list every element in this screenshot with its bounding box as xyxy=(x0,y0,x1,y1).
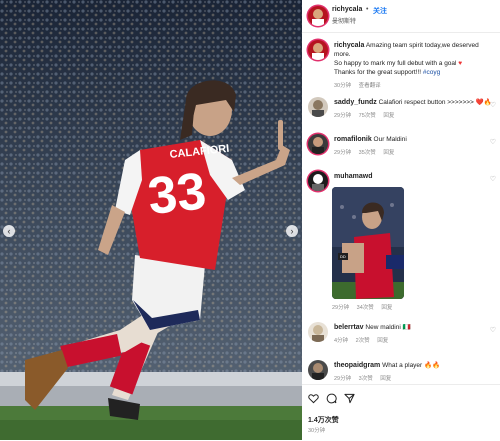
comment-text: New maldini 🇮🇹 xyxy=(365,324,411,331)
caption-text-line2: So happy to mark my full debut with a go… xyxy=(334,60,457,67)
post-photo[interactable]: CALAFIORI 33 ‹ › xyxy=(0,0,302,440)
comment-icon[interactable] xyxy=(326,393,337,404)
inset-chip: DD xyxy=(338,253,348,260)
jersey-number: 33 xyxy=(145,162,209,226)
comment-time: 29分钟 xyxy=(334,376,352,382)
comment-username[interactable]: theopaidgram xyxy=(334,362,380,369)
dot-separator: • xyxy=(366,6,369,13)
caption-username[interactable]: richycala xyxy=(334,42,364,49)
comment-like-icon[interactable]: ♡ xyxy=(490,326,496,334)
next-photo-button[interactable]: › xyxy=(286,225,298,237)
comment-username[interactable]: belerrtav xyxy=(334,324,364,331)
caption-text-line3: Thanks for the great support!!! xyxy=(334,69,422,76)
reply-button[interactable]: 回复 xyxy=(381,305,392,311)
post-header: richycala • 关注 曼彻斯特 xyxy=(302,0,500,33)
translate-link[interactable]: 查看翻译 xyxy=(359,83,381,89)
comment-time: 29分钟 xyxy=(332,305,350,311)
reply-button[interactable]: 回复 xyxy=(377,338,388,344)
comment-emoji: 🔥🔥 xyxy=(424,362,441,369)
author-avatar[interactable] xyxy=(308,6,328,26)
heart-icon[interactable] xyxy=(308,393,319,404)
heart-emoji-icon: ♥ xyxy=(458,60,463,67)
comment-photo[interactable]: DD xyxy=(332,187,404,299)
comment-likes[interactable]: 3次赞 xyxy=(359,376,373,382)
likes-count[interactable]: 1.4万次赞 xyxy=(308,415,339,425)
comment-time: 29分钟 xyxy=(334,113,352,119)
commenter-avatar[interactable] xyxy=(308,322,328,342)
comment-likes[interactable]: 75次赞 xyxy=(359,113,376,119)
commenter-avatar[interactable] xyxy=(308,360,328,380)
post-side-panel: richycala • 关注 曼彻斯特 richycala Amazing te… xyxy=(302,0,500,440)
commenter-avatar[interactable] xyxy=(308,97,328,117)
post-time-ago: 30分钟 xyxy=(308,428,326,434)
comment-time: 29分钟 xyxy=(334,150,352,156)
caption-hashtag[interactable]: #coyg xyxy=(423,69,440,76)
comment-likes[interactable]: 35次赞 xyxy=(359,150,376,156)
comment-username[interactable]: muhamawd xyxy=(334,173,373,180)
reply-button[interactable]: 回复 xyxy=(383,150,394,156)
comment-username[interactable]: romafilonik xyxy=(334,136,372,143)
comment-text: Calafiori respect button >>>>>>> xyxy=(378,99,474,106)
reply-button[interactable]: 回复 xyxy=(380,376,391,382)
comment-likes[interactable]: 34次赞 xyxy=(357,305,374,311)
share-icon[interactable] xyxy=(344,393,355,404)
previous-photo-button[interactable]: ‹ xyxy=(3,225,15,237)
comment-username[interactable]: saddy_fundz xyxy=(334,99,377,106)
author-avatar[interactable] xyxy=(308,40,328,60)
comment-like-icon[interactable]: ♡ xyxy=(490,175,496,183)
comment-likes[interactable]: 2次赞 xyxy=(356,338,370,344)
post-footer: 1.4万次赞 30分钟 xyxy=(302,384,500,441)
author-username[interactable]: richycala xyxy=(332,6,362,13)
follow-button[interactable]: 关注 xyxy=(373,6,387,16)
comment-like-icon[interactable]: ♡ xyxy=(490,101,496,109)
comment-text: Our Maldini xyxy=(373,136,407,143)
post-location[interactable]: 曼彻斯特 xyxy=(332,16,356,25)
commenter-avatar[interactable] xyxy=(308,134,328,154)
caption-time: 30分钟 xyxy=(334,83,352,89)
reply-button[interactable]: 回复 xyxy=(383,113,394,119)
commenter-avatar[interactable] xyxy=(308,171,328,191)
comment-text: What a player xyxy=(382,362,423,369)
comment-time: 4分钟 xyxy=(334,338,349,344)
comment-like-icon[interactable]: ♡ xyxy=(490,138,496,146)
